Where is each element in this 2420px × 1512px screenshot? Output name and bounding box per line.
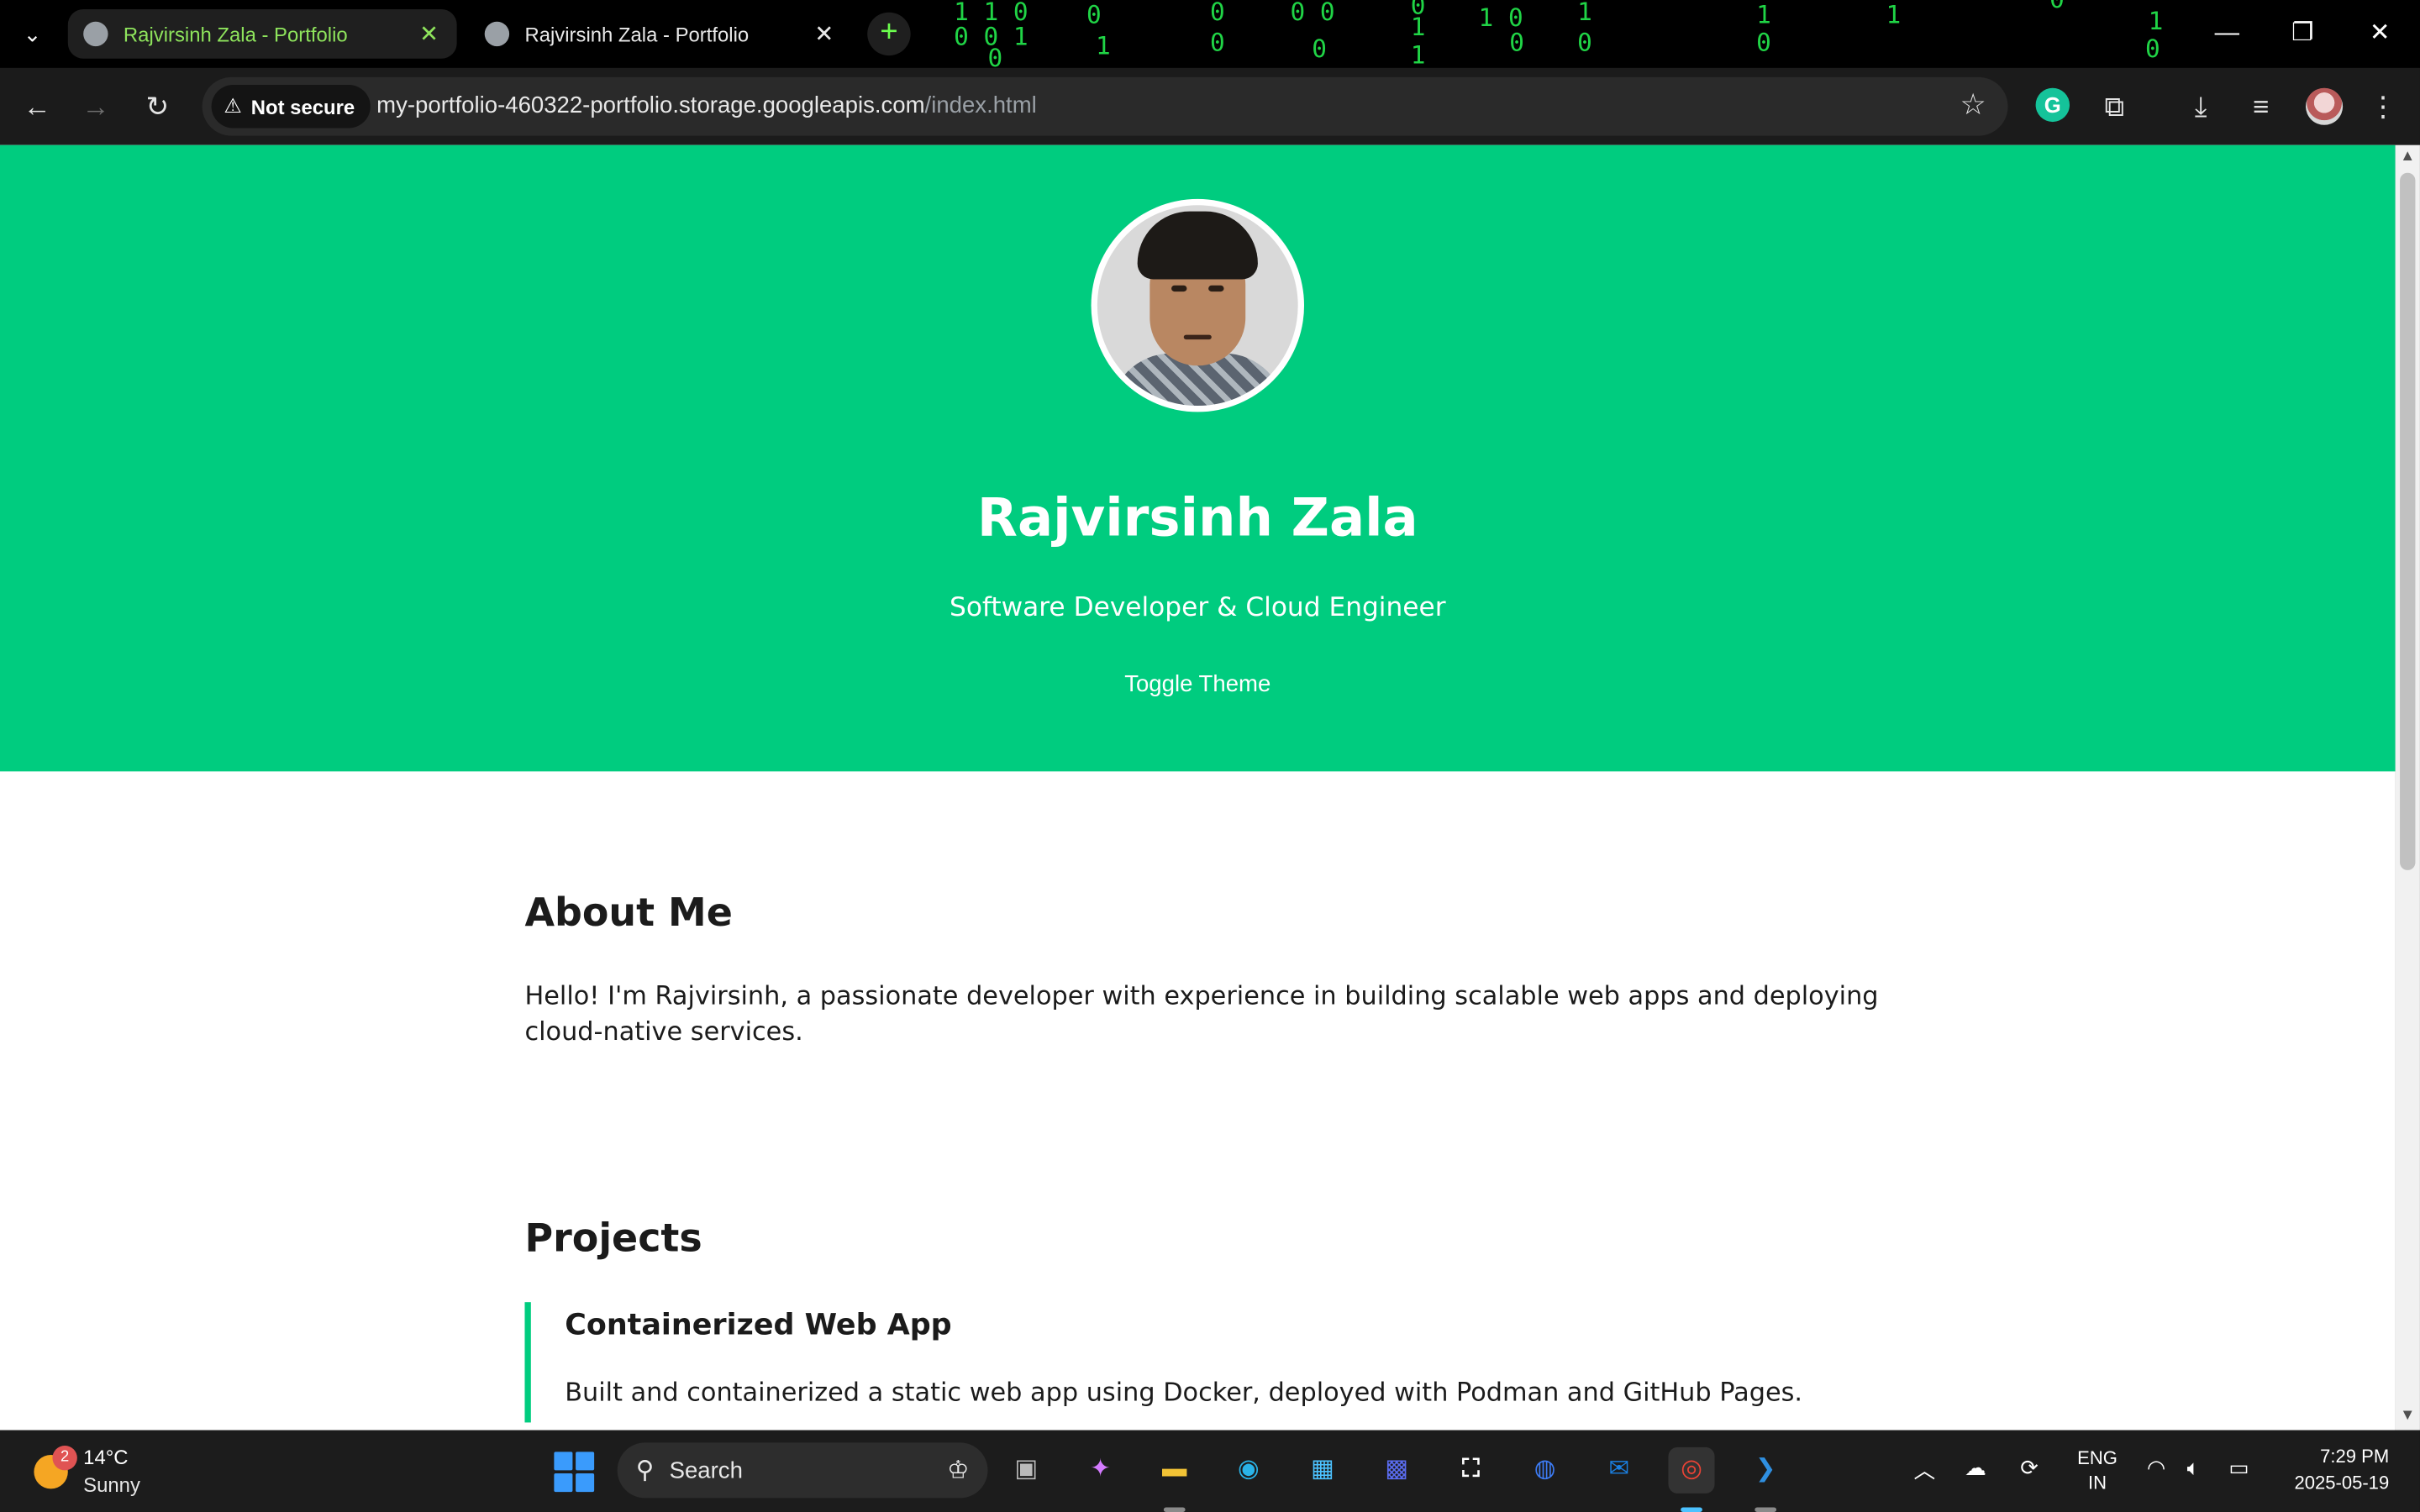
windows-taskbar: 2 14°C Sunny ⚲ Search ♔ ▣ ✦ ▬ ◉ ▦ ▩ ⛶ ◍ … (0, 1430, 2420, 1512)
onedrive-cloud-icon[interactable]: ☁ (1965, 1455, 1986, 1481)
page-viewport: Rajvirsinh Zala Software Developer & Clo… (0, 144, 2396, 1431)
download-icon[interactable]: ⤓ (2179, 85, 2222, 128)
profile-photo-image (1097, 205, 1298, 407)
language-code: ENG (2077, 1446, 2118, 1469)
tab-search-dropdown[interactable]: ⌄ (13, 15, 53, 52)
tab-portfolio[interactable]: Rajvirsinh Zala - Portfolio ✕ (469, 9, 852, 59)
new-tab-button[interactable]: + (867, 12, 911, 56)
update-sync-icon[interactable]: ⟳ (2020, 1455, 2039, 1481)
toggle-theme-button[interactable]: Toggle Theme (1105, 666, 1290, 700)
snipping-tool-icon[interactable]: ⛶ (1448, 1447, 1494, 1494)
chrome-icon[interactable]: ◎ (1668, 1446, 1715, 1512)
page-title: Rajvirsinh Zala (976, 487, 1418, 549)
media-control-icon[interactable]: ≡ (2239, 85, 2282, 128)
project-card: Containerized Web App Built and containe… (524, 1302, 1882, 1423)
copilot-icon[interactable]: ✦ (1077, 1447, 1123, 1494)
browser-tab-strip: 1 1 0 0 0 1 0 0 1 0 0 0 0 0 0 1 1 1 0 0 … (0, 0, 2420, 68)
clock-time: 7:29 PM (2320, 1445, 2390, 1467)
windows-start-icon[interactable] (554, 1452, 595, 1493)
project-description: Built and containerized a static web app… (565, 1378, 1803, 1408)
scroll-down-icon[interactable]: ▼ (2396, 1407, 2420, 1424)
system-clock[interactable]: 7:29 PM 2025-05-19 (2278, 1444, 2389, 1496)
bookmark-star-icon[interactable]: ☆ (1960, 88, 1986, 123)
search-placeholder: Search (669, 1457, 743, 1483)
volume-icon[interactable]: 🔈︎ (2187, 1455, 2200, 1481)
projects-heading: Projects (524, 1215, 702, 1261)
page-subtitle: Software Developer & Cloud Engineer (950, 592, 1446, 624)
back-arrow-icon[interactable]: ← (15, 85, 58, 128)
microsoft-store-icon[interactable]: ▦ (1300, 1447, 1346, 1494)
language-indicator[interactable]: ENG IN (2075, 1446, 2118, 1495)
sync-app-icon[interactable]: ◍ (1522, 1447, 1568, 1494)
profile-photo (1091, 198, 1305, 412)
tab-title: Rajvirsinh Zala - Portfolio (524, 22, 750, 46)
show-hidden-icons-chevron-icon[interactable]: ︿ (1914, 1455, 1936, 1486)
profile-avatar-icon[interactable] (2306, 87, 2344, 125)
weather-widget[interactable]: 2 14°C Sunny (34, 1442, 188, 1501)
scroll-up-icon[interactable]: ▲ (2396, 148, 2420, 165)
address-bar[interactable]: ⚠ Not secure my-portfolio-460322-portfol… (202, 76, 2008, 136)
url-host: my-portfolio-460322-portfolio.storage.go… (376, 92, 925, 119)
close-window-button[interactable]: ✕ (2343, 13, 2417, 55)
close-tab-icon[interactable]: ✕ (417, 20, 441, 48)
tab-title: Rajvirsinh Zala - Portfolio (123, 22, 348, 46)
task-view-icon[interactable]: ▣ (1003, 1447, 1050, 1494)
vscode-icon[interactable]: ❯ (1743, 1447, 1789, 1512)
grammarly-extension-icon[interactable]: G (2035, 87, 2070, 123)
minimize-button[interactable]: — (2190, 13, 2264, 55)
discord-icon[interactable]: ▩ (1374, 1447, 1420, 1494)
weather-temperature: 14°C (83, 1445, 129, 1469)
battery-icon[interactable]: ▭ (2228, 1455, 2249, 1481)
language-region: IN (2088, 1472, 2107, 1494)
globe-icon (484, 21, 510, 47)
scrollbar-thumb[interactable] (2400, 172, 2416, 870)
browser-toolbar: ← → ↻ ⚠ Not secure my-portfolio-460322-p… (0, 67, 2420, 145)
taskbar-search[interactable]: ⚲ Search ♔ (617, 1442, 988, 1499)
search-highlight-icon: ♔ (947, 1457, 970, 1484)
page-scrollbar[interactable]: ▲ ▼ (2395, 144, 2420, 1431)
about-heading: About Me (524, 890, 733, 936)
notification-badge: 2 (52, 1445, 77, 1471)
extensions-puzzle-icon[interactable]: ⧉ (2093, 85, 2136, 128)
url-path: /index.html (924, 92, 1037, 119)
close-tab-icon[interactable]: ✕ (812, 20, 836, 48)
screen: 1 1 0 0 0 1 0 0 1 0 0 0 0 0 0 1 1 1 0 0 … (0, 0, 2420, 1512)
clock-date: 2025-05-19 (2294, 1472, 2390, 1494)
security-label: Not secure (250, 94, 355, 118)
warning-icon: ⚠ (224, 94, 242, 118)
url-text[interactable]: my-portfolio-460322-portfolio.storage.go… (376, 92, 1037, 118)
forward-arrow-icon[interactable]: → (74, 85, 117, 128)
weather-condition: Sunny (83, 1473, 140, 1497)
security-chip[interactable]: ⚠ Not secure (211, 85, 371, 129)
globe-icon (83, 21, 108, 47)
menu-kebab-icon[interactable]: ⋮ (2361, 85, 2404, 128)
project-title: Containerized Web App (565, 1308, 952, 1342)
about-text: Hello! I'm Rajvirsinh, a passionate deve… (524, 981, 1879, 1047)
hero-header: Rajvirsinh Zala Software Developer & Clo… (0, 144, 2396, 772)
restore-button[interactable]: ❐ (2265, 13, 2339, 55)
wifi-icon[interactable]: ◠ (2147, 1455, 2165, 1481)
file-explorer-icon[interactable]: ▬ (1151, 1447, 1197, 1512)
search-icon: ⚲ (635, 1457, 655, 1484)
reload-icon[interactable]: ↻ (136, 85, 179, 128)
outlook-icon[interactable]: ✉ (1596, 1447, 1642, 1494)
tab-portfolio-active[interactable]: Rajvirsinh Zala - Portfolio ✕ (67, 9, 457, 59)
edge-browser-icon[interactable]: ◉ (1225, 1447, 1271, 1494)
